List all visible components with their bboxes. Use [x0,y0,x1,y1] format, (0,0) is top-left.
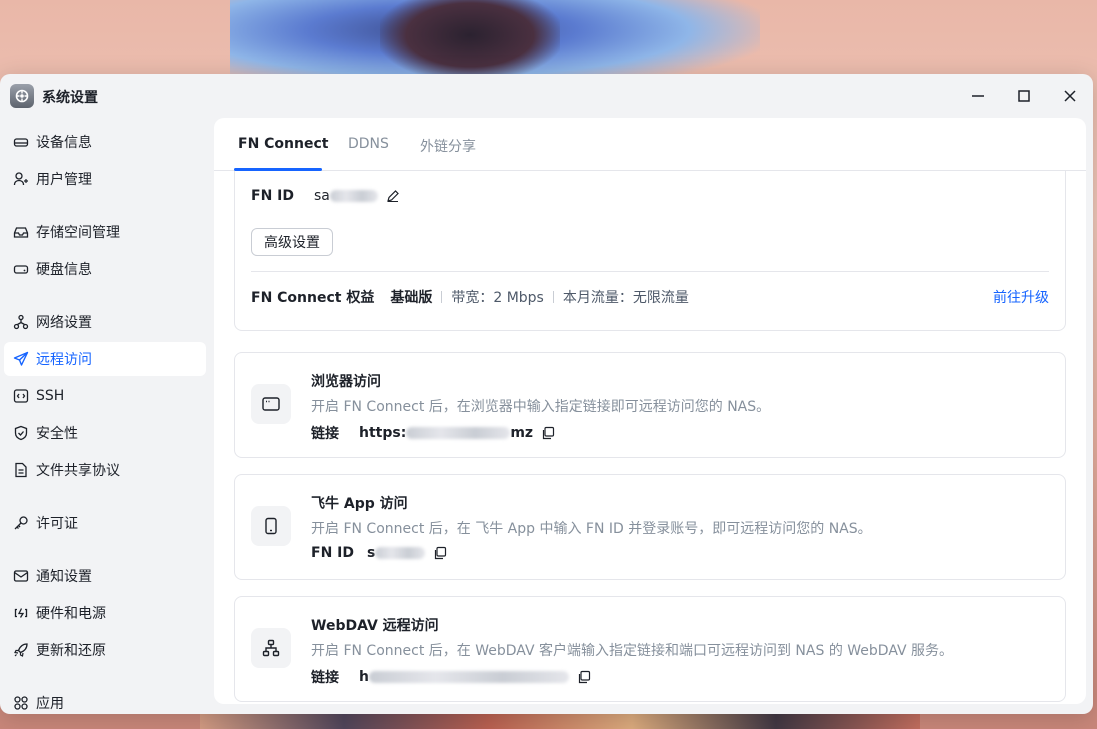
fn-id-redacted [375,547,426,559]
bandwidth-text: 带宽：2 Mbps [451,290,544,306]
close-icon [1064,90,1076,102]
sidebar-item-file-sharing[interactable]: 文件共享协议 [4,453,206,487]
sidebar-item-remote-access[interactable]: 远程访问 [4,342,206,376]
tab-fn-connect[interactable]: FN Connect [238,136,328,152]
apps-icon [12,694,30,712]
sidebar-item-label: 文件共享协议 [36,463,120,479]
sidebar-item-label: 硬件和电源 [36,606,106,622]
sidebar-item-update-restore[interactable]: 更新和还原 [4,633,206,667]
window-title: 系统设置 [42,90,98,106]
network-tree-icon [251,628,291,668]
maximize-button[interactable] [1001,80,1047,112]
link-label: 链接 [311,670,339,686]
minimize-button[interactable] [955,80,1001,112]
power-icon [12,604,30,622]
settings-window: 系统设置 设备信息 用户管理 存储空间管理 硬盘信息 网络设置 远程访问 SSH… [0,74,1093,714]
tab-link-sharing[interactable]: 外链分享 [420,136,476,156]
sidebar-item-device-info[interactable]: 设备信息 [4,125,206,159]
maximize-icon [1018,90,1030,102]
sidebar-item-label: 设备信息 [36,135,92,151]
browser-icon [251,384,291,424]
link-value-end: mz [510,425,534,441]
sidebar-item-label: 远程访问 [36,352,92,368]
divider [251,271,1049,272]
sidebar-item-label: 网络设置 [36,315,92,331]
sidebar-item-label: 安全性 [36,426,78,442]
sidebar-item-label: 硬盘信息 [36,262,92,278]
tab-bar: FN Connect DDNS 外链分享 [214,118,1086,171]
separator [552,291,554,303]
content-scroll-area[interactable]: FN ID sa 高级设置 FN Connect 权益 基础版 带宽：2 Mbp… [214,171,1086,704]
fn-id-value: sa [313,188,330,204]
fn-id-label: FN ID [311,545,354,561]
edit-icon[interactable] [386,189,400,203]
sidebar-item-ssh[interactable]: SSH [4,379,206,413]
rights-row: FN Connect 权益 基础版 带宽：2 Mbps 本月流量：无限流量 前往… [251,287,1049,307]
link-redacted [368,671,569,683]
sidebar-item-network[interactable]: 网络设置 [4,305,206,339]
sidebar: 设备信息 用户管理 存储空间管理 硬盘信息 网络设置 远程访问 SSH 安全性 [0,118,214,714]
sidebar-item-label: SSH [36,388,65,404]
sidebar-item-notifications[interactable]: 通知设置 [4,559,206,593]
key-icon [12,514,30,532]
settings-app-icon [10,84,34,108]
webdav-access-card: WebDAV 远程访问 开启 FN Connect 后，在 WebDAV 客户端… [234,596,1066,702]
send-icon [12,350,30,368]
link-redacted [406,427,511,439]
app-access-card: 飞牛 App 访问 开启 FN Connect 后，在 飞牛 App 中输入 F… [234,474,1066,580]
link-value-start: h [359,669,369,685]
sidebar-item-disk-info[interactable]: 硬盘信息 [4,252,206,286]
fn-id-value-start: s [367,545,376,561]
traffic-text: 本月流量：无限流量 [562,290,689,306]
advanced-settings-button[interactable]: 高级设置 [251,228,333,256]
sidebar-item-label: 存储空间管理 [36,225,120,241]
disk-icon [12,260,30,278]
service-description: 开启 FN Connect 后，在 飞牛 App 中输入 FN ID 并登录账号… [311,521,872,537]
service-title: 飞牛 App 访问 [311,496,408,512]
browser-access-card: 浏览器访问 开启 FN Connect 后，在浏览器中输入指定链接即可远程访问您… [234,352,1066,458]
sidebar-item-label: 通知设置 [36,569,92,585]
network-icon [12,313,30,331]
fn-connect-card: FN ID sa 高级设置 FN Connect 权益 基础版 带宽：2 Mbp… [234,171,1066,331]
ssh-icon [12,387,30,405]
link-label: 链接 [311,426,339,442]
sidebar-item-security[interactable]: 安全性 [4,416,206,450]
user-icon [12,170,30,188]
device-icon [12,133,30,151]
main-panel: FN Connect DDNS 外链分享 FN ID sa 高级设置 FN Co… [214,118,1086,704]
sidebar-item-label: 用户管理 [36,172,92,188]
copy-icon[interactable] [577,670,591,684]
copy-icon[interactable] [541,426,555,440]
service-description: 开启 FN Connect 后，在浏览器中输入指定链接即可远程访问您的 NAS。 [311,399,771,415]
service-title: 浏览器访问 [311,374,381,390]
sidebar-item-label: 更新和还原 [36,643,106,659]
sidebar-item-label: 应用 [36,696,64,712]
link-value-start: https: [359,425,407,441]
shield-icon [12,424,30,442]
sidebar-item-label: 许可证 [36,516,78,532]
tab-ddns[interactable]: DDNS [348,136,389,152]
separator [441,291,443,303]
service-title: WebDAV 远程访问 [311,618,439,634]
minimize-icon [972,95,984,97]
plan-name: 基础版 [390,290,433,306]
sidebar-item-hardware-power[interactable]: 硬件和电源 [4,596,206,630]
title-bar[interactable]: 系统设置 [0,74,1093,118]
sidebar-item-apps[interactable]: 应用 [4,686,206,714]
close-button[interactable] [1047,80,1093,112]
upgrade-link[interactable]: 前往升级 [993,287,1049,307]
copy-icon[interactable] [433,546,447,560]
storage-icon [12,223,30,241]
sidebar-item-storage[interactable]: 存储空间管理 [4,215,206,249]
file-icon [12,461,30,479]
fn-id-redacted [329,190,378,202]
mail-icon [12,567,30,585]
fn-id-label: FN ID [251,188,294,204]
service-description: 开启 FN Connect 后，在 WebDAV 客户端输入指定链接和端口可远程… [311,643,954,659]
sidebar-item-license[interactable]: 许可证 [4,506,206,540]
sidebar-item-user-management[interactable]: 用户管理 [4,162,206,196]
phone-icon [251,506,291,546]
rocket-icon [12,641,30,659]
rights-label: FN Connect 权益 [251,290,375,306]
